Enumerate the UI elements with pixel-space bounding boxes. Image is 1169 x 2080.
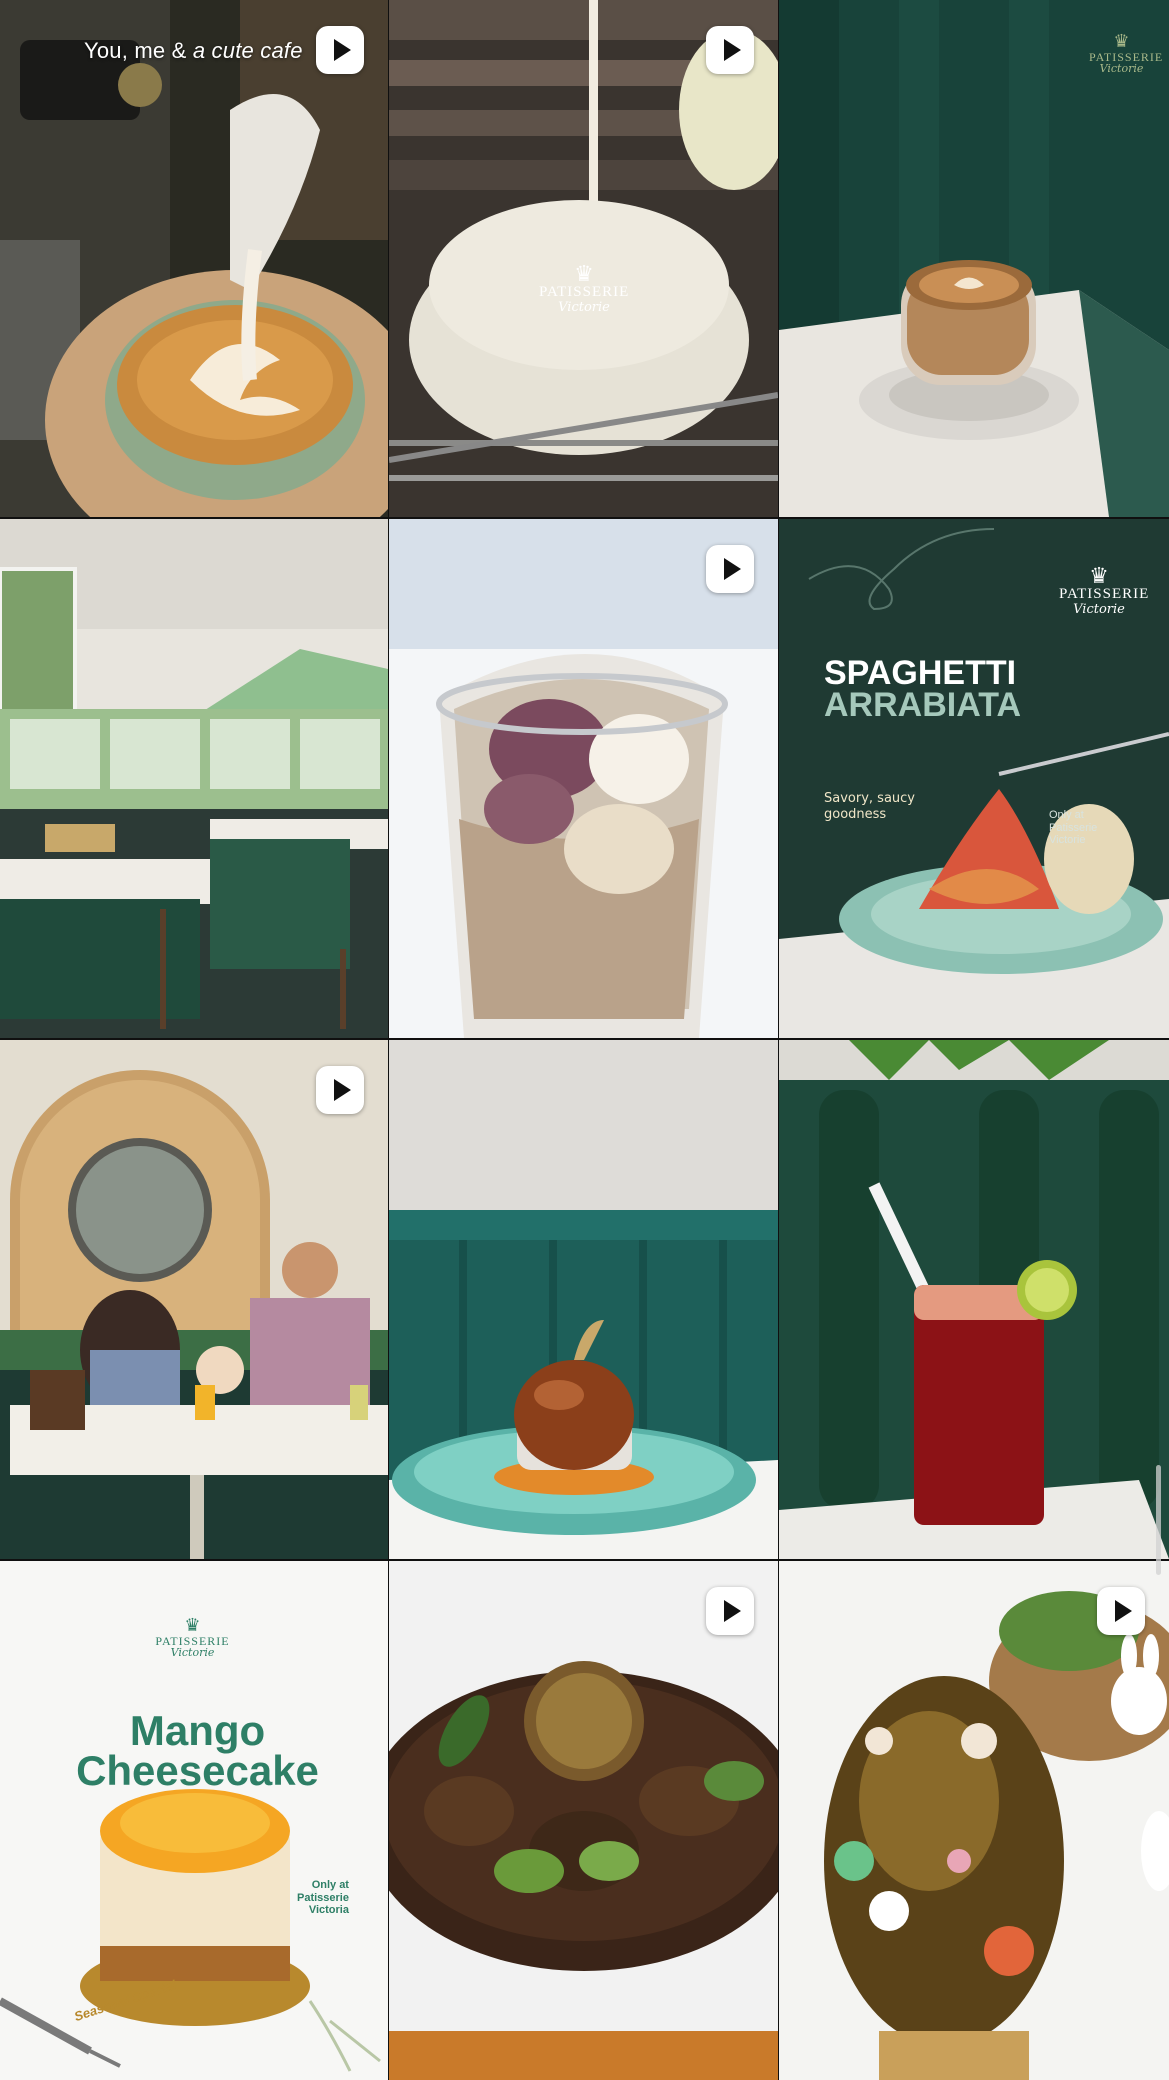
reel-icon xyxy=(316,26,364,74)
post-tile-chocolate-dome[interactable] xyxy=(389,1040,778,1559)
carriage-icon: ♛ xyxy=(184,1615,201,1635)
post-title: SPAGHETTI ARRABIATA xyxy=(824,654,1022,725)
reel-icon xyxy=(706,545,754,593)
post-tile-chocolate-nest[interactable] xyxy=(389,1561,778,2080)
only-at-note: Only at Patisserie Victorie xyxy=(1049,809,1098,847)
carriage-icon: ♛ xyxy=(574,261,594,286)
red-drink-image xyxy=(779,1040,1169,1559)
post-tile-easter-egg[interactable] xyxy=(779,1561,1169,2080)
reel-icon xyxy=(316,1066,364,1114)
brand-logo: ♛ PATISSERIE Victorie xyxy=(539,261,630,315)
cappuccino-image xyxy=(779,0,1169,517)
scrollbar-thumb[interactable] xyxy=(1156,1465,1161,1575)
post-tile-mango-cheesecake[interactable]: ♛ PATISSERIE Victorie Mango Cheesecake O… xyxy=(0,1561,388,2080)
reel-icon xyxy=(706,26,754,74)
cafe-interior-image xyxy=(0,519,388,1038)
brand-logo: ♛ PATISSERIE Victorie xyxy=(1059,563,1150,617)
latte-art-image xyxy=(0,0,388,517)
brand-logo: ♛ PATISSERIE Victorie xyxy=(1089,31,1164,76)
brand-logo: ♛ PATISSERIE Victorie xyxy=(155,1615,230,1660)
reel-icon xyxy=(1097,1587,1145,1635)
carriage-icon: ♛ xyxy=(1113,31,1130,51)
tagline: Savory, saucy goodness xyxy=(824,791,915,822)
post-tile-family-cafe[interactable] xyxy=(0,1040,388,1559)
post-tile-glaze-pour[interactable]: ♛ PATISSERIE Victorie xyxy=(389,0,778,517)
post-tile-spaghetti-arrabiata[interactable]: ♛ PATISSERIE Victorie SPAGHETTI ARRABIAT… xyxy=(779,519,1169,1038)
post-tile-cafe-interior[interactable] xyxy=(0,519,388,1038)
post-tile-rose-latte[interactable] xyxy=(389,519,778,1038)
only-at-note: Only at Patisserie Victoria xyxy=(297,1879,349,1917)
post-tile-latte-art[interactable]: You, me & a cute cafe xyxy=(0,0,388,517)
reel-caption: You, me & a cute cafe xyxy=(84,38,303,63)
reel-icon xyxy=(706,1587,754,1635)
glaze-pour-image xyxy=(389,0,778,517)
chocolate-dome-image xyxy=(389,1040,778,1559)
easter-egg-image xyxy=(779,1561,1169,2080)
family-cafe-image xyxy=(0,1040,388,1559)
chocolate-nest-image xyxy=(389,1561,778,2080)
post-title: Mango Cheesecake xyxy=(76,1707,319,1794)
post-tile-cappuccino[interactable]: ♛ PATISSERIE Victorie xyxy=(779,0,1169,517)
post-tile-red-drink[interactable] xyxy=(779,1040,1169,1559)
rose-latte-image xyxy=(389,519,778,1038)
posts-grid: You, me & a cute cafe ♛ PATISSERIE Victo… xyxy=(0,0,1169,2080)
carriage-icon: ♛ xyxy=(1089,563,1109,588)
